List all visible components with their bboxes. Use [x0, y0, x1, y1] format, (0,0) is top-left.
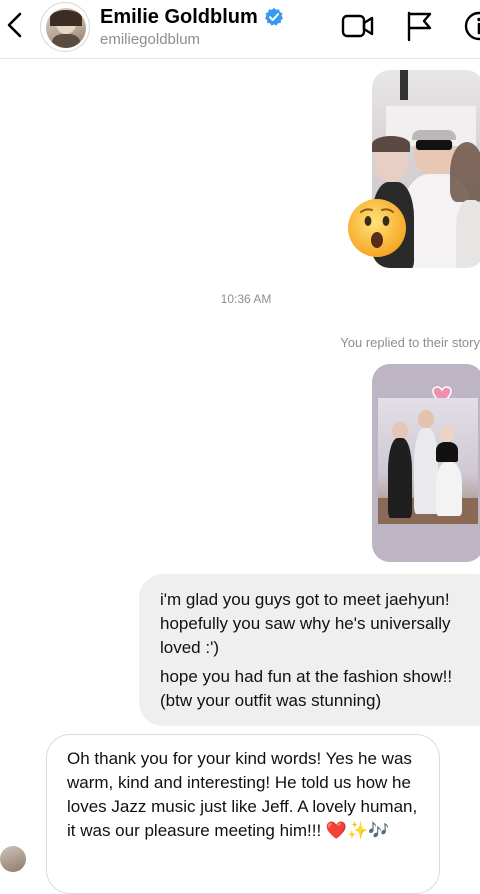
back-chevron-icon[interactable] — [4, 10, 26, 40]
profile-avatar[interactable] — [40, 2, 90, 52]
outgoing-message-line: hopefully you saw why he's universally — [160, 614, 451, 633]
surprised-reaction-icon[interactable] — [346, 197, 408, 259]
outgoing-message-line: loved :') — [160, 638, 219, 657]
incoming-message-text: Oh thank you for your kind words! Yes he… — [67, 749, 418, 840]
video-call-icon[interactable] — [341, 12, 375, 40]
outgoing-message-line: i'm glad you guys got to meet jaehyun! — [160, 590, 450, 609]
outgoing-message-bubble[interactable]: i'm glad you guys got to meet jaehyun! h… — [139, 574, 480, 726]
verified-badge-icon — [264, 8, 283, 26]
conversation-header: Emilie Goldblum emiliegoldblum — [0, 0, 480, 59]
story-reply-label: You replied to their story — [340, 335, 480, 350]
profile-name[interactable]: Emilie Goldblum — [100, 6, 258, 29]
info-icon[interactable] — [463, 10, 480, 42]
outgoing-message-line: hope you had fun at the fashion show!! — [160, 667, 453, 686]
outgoing-message-line: (btw your outfit was stunning) — [160, 691, 382, 710]
sender-avatar[interactable] — [0, 846, 26, 872]
message-timestamp: 10:36 AM — [220, 292, 272, 306]
profile-handle[interactable]: emiliegoldblum — [100, 31, 200, 48]
flag-icon[interactable] — [404, 10, 434, 42]
story-photo-2[interactable] — [372, 364, 480, 562]
incoming-message-bubble[interactable]: Oh thank you for your kind words! Yes he… — [46, 734, 440, 894]
